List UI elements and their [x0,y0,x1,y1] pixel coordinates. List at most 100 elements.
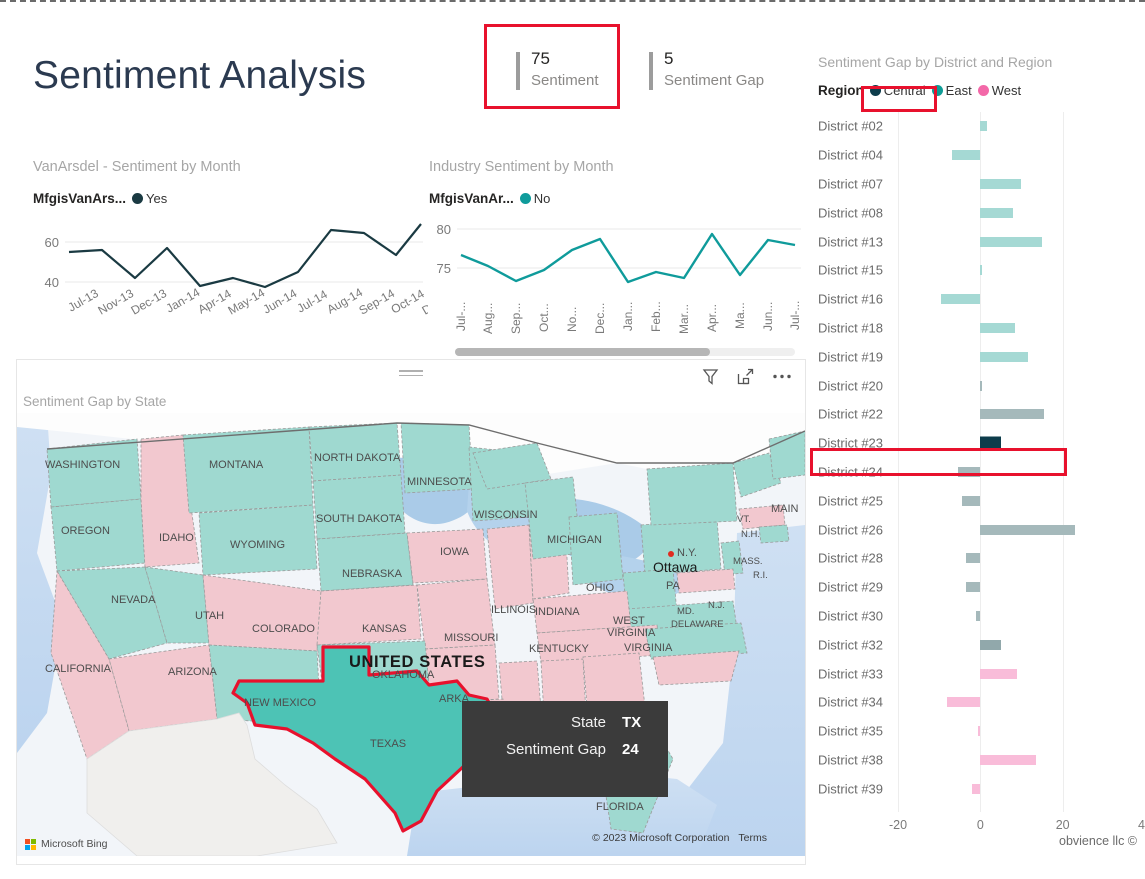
bar-chart-sentiment-gap-by-district[interactable]: Sentiment Gap by District and Region Reg… [818,54,1145,854]
bar-chart-row[interactable]: District #02 [818,112,1145,141]
bar-chart-row[interactable]: District #39 [818,774,1145,803]
bar-chart-row[interactable]: District #28 [818,544,1145,573]
bar[interactable] [980,265,983,276]
bar[interactable] [980,207,1014,218]
line-chart-industry[interactable]: Industry Sentiment by Month MfgisVanAr..… [429,159,807,359]
bar[interactable] [980,754,1036,765]
bar-track [898,141,1145,170]
legend-label: Central [883,83,926,98]
bar-chart-row[interactable]: District #18 [818,314,1145,343]
bar-chart-row[interactable]: District #25 [818,486,1145,515]
map-state-label: FLORIDA [596,801,644,813]
bar-chart-row[interactable]: District #34 [818,688,1145,717]
map-tooltip: State TX Sentiment Gap 24 [462,701,668,797]
bar[interactable] [980,409,1045,420]
bar[interactable] [980,121,987,132]
bar[interactable] [980,380,983,391]
chart-title: Sentiment Gap by District and Region [818,54,1053,70]
bar-chart-row[interactable]: District #04 [818,141,1145,170]
bar-category-label: District #29 [818,579,884,595]
bar-chart-row[interactable]: District #07 [818,170,1145,199]
bar-chart-row[interactable]: District #24 [818,458,1145,487]
chart-plot-area: 60 40 Jul-13 Nov-13 Dec-13 Jan-14 Apr-14… [33,216,428,356]
bar-track [898,256,1145,285]
svg-text:Mar...: Mar... [677,304,691,334]
map-state-label: INDIANA [535,606,580,618]
bar-track [898,688,1145,717]
bar-chart-row[interactable]: District #20 [818,371,1145,400]
legend-item-east[interactable]: East [931,83,972,98]
bar-track [898,112,1145,141]
bar[interactable] [978,726,981,737]
kpi-value: 5 [664,49,674,68]
bar[interactable] [976,610,981,621]
map-state-label: CALIFORNIA [45,663,112,675]
bar[interactable] [965,582,981,593]
legend-item-yes[interactable]: Yes [132,191,167,206]
bar-category-label: District #33 [818,666,884,682]
map-state-label: WISCONSIN [474,509,538,521]
bar[interactable] [972,783,981,794]
bar[interactable] [980,668,1018,679]
svg-text:Jan-14: Jan-14 [164,285,203,316]
map-canvas[interactable]: WASHINGTON MONTANA NORTH DAKOTA MINNESOTA OR… [17,413,805,856]
kpi-card-sentiment[interactable]: 75 Sentiment [516,48,599,91]
chart-legend[interactable]: MfgisVanAr... No [429,191,807,206]
chart-legend[interactable]: MfgisVanArs... Yes [33,191,428,206]
map-state-label: WASHINGTON [45,459,121,471]
bar[interactable] [947,697,981,708]
filter-icon[interactable] [701,367,720,386]
bar-chart-row[interactable]: District #08 [818,198,1145,227]
tooltip-label: Sentiment Gap [505,741,606,758]
legend-item-central[interactable]: Central [869,83,926,98]
bar-track [898,630,1145,659]
bar-chart-row[interactable]: District #15 [818,256,1145,285]
bar[interactable] [980,524,1075,535]
bar-chart-row[interactable]: District #26 [818,515,1145,544]
bar-chart-row[interactable]: District #22 [818,400,1145,429]
focus-mode-icon[interactable] [736,367,755,386]
bar-chart-row[interactable]: District #29 [818,573,1145,602]
chart-horizontal-scrollbar[interactable] [455,348,795,356]
drag-handle-icon[interactable] [399,370,423,377]
map-visual-sentiment-gap-by-state[interactable]: Sentiment Gap by State WASHINGTON MONTAN… [16,359,806,865]
bar[interactable] [980,322,1016,333]
bar-chart-row[interactable]: District #19 [818,342,1145,371]
bar[interactable] [941,294,981,305]
bar-category-label: District #19 [818,349,884,365]
bar-chart-row[interactable]: District #33 [818,659,1145,688]
bar-chart-row[interactable]: District #38 [818,746,1145,775]
kpi-card-sentiment-gap[interactable]: 5 Sentiment Gap [649,48,764,91]
chart-legend[interactable]: Region Central East West [818,83,1145,98]
bar-track [898,342,1145,371]
bar-category-label: District #32 [818,637,884,653]
map-state-label: IOWA [440,546,469,558]
legend-item-no[interactable]: No [519,191,550,206]
bar-chart-row[interactable]: District #30 [818,602,1145,631]
bar-chart-row[interactable]: District #13 [818,227,1145,256]
bar-chart-row[interactable]: District #23 [818,429,1145,458]
bar[interactable] [951,150,981,161]
bar[interactable] [980,436,1001,450]
legend-item-west[interactable]: West [977,83,1021,98]
bar[interactable] [980,351,1028,362]
bar[interactable] [980,639,1001,650]
bar[interactable] [980,178,1022,189]
svg-text:Feb...: Feb... [649,301,663,332]
bar[interactable] [980,236,1043,247]
more-options-icon[interactable] [771,367,793,386]
bar-chart-rows: District #02 District #04 District #07 Dist… [818,112,1145,803]
line-chart-vanarsdel[interactable]: VanArsdel - Sentiment by Month MfgisVanA… [33,159,428,349]
bar-chart-row[interactable]: District #16 [818,285,1145,314]
map-terms-link[interactable]: Terms [738,832,767,844]
bar-track [898,774,1145,803]
scrollbar-thumb[interactable] [455,348,710,356]
bar-chart-row[interactable]: District #35 [818,717,1145,746]
bar-chart-row[interactable]: District #32 [818,630,1145,659]
bar[interactable] [961,495,981,506]
bar[interactable] [965,553,981,564]
map-state-label: NORTH DAKOTA [314,452,401,464]
map-title: Sentiment Gap by State [23,394,167,409]
bar[interactable] [957,466,981,477]
map-state-label: N.H. [741,529,760,540]
